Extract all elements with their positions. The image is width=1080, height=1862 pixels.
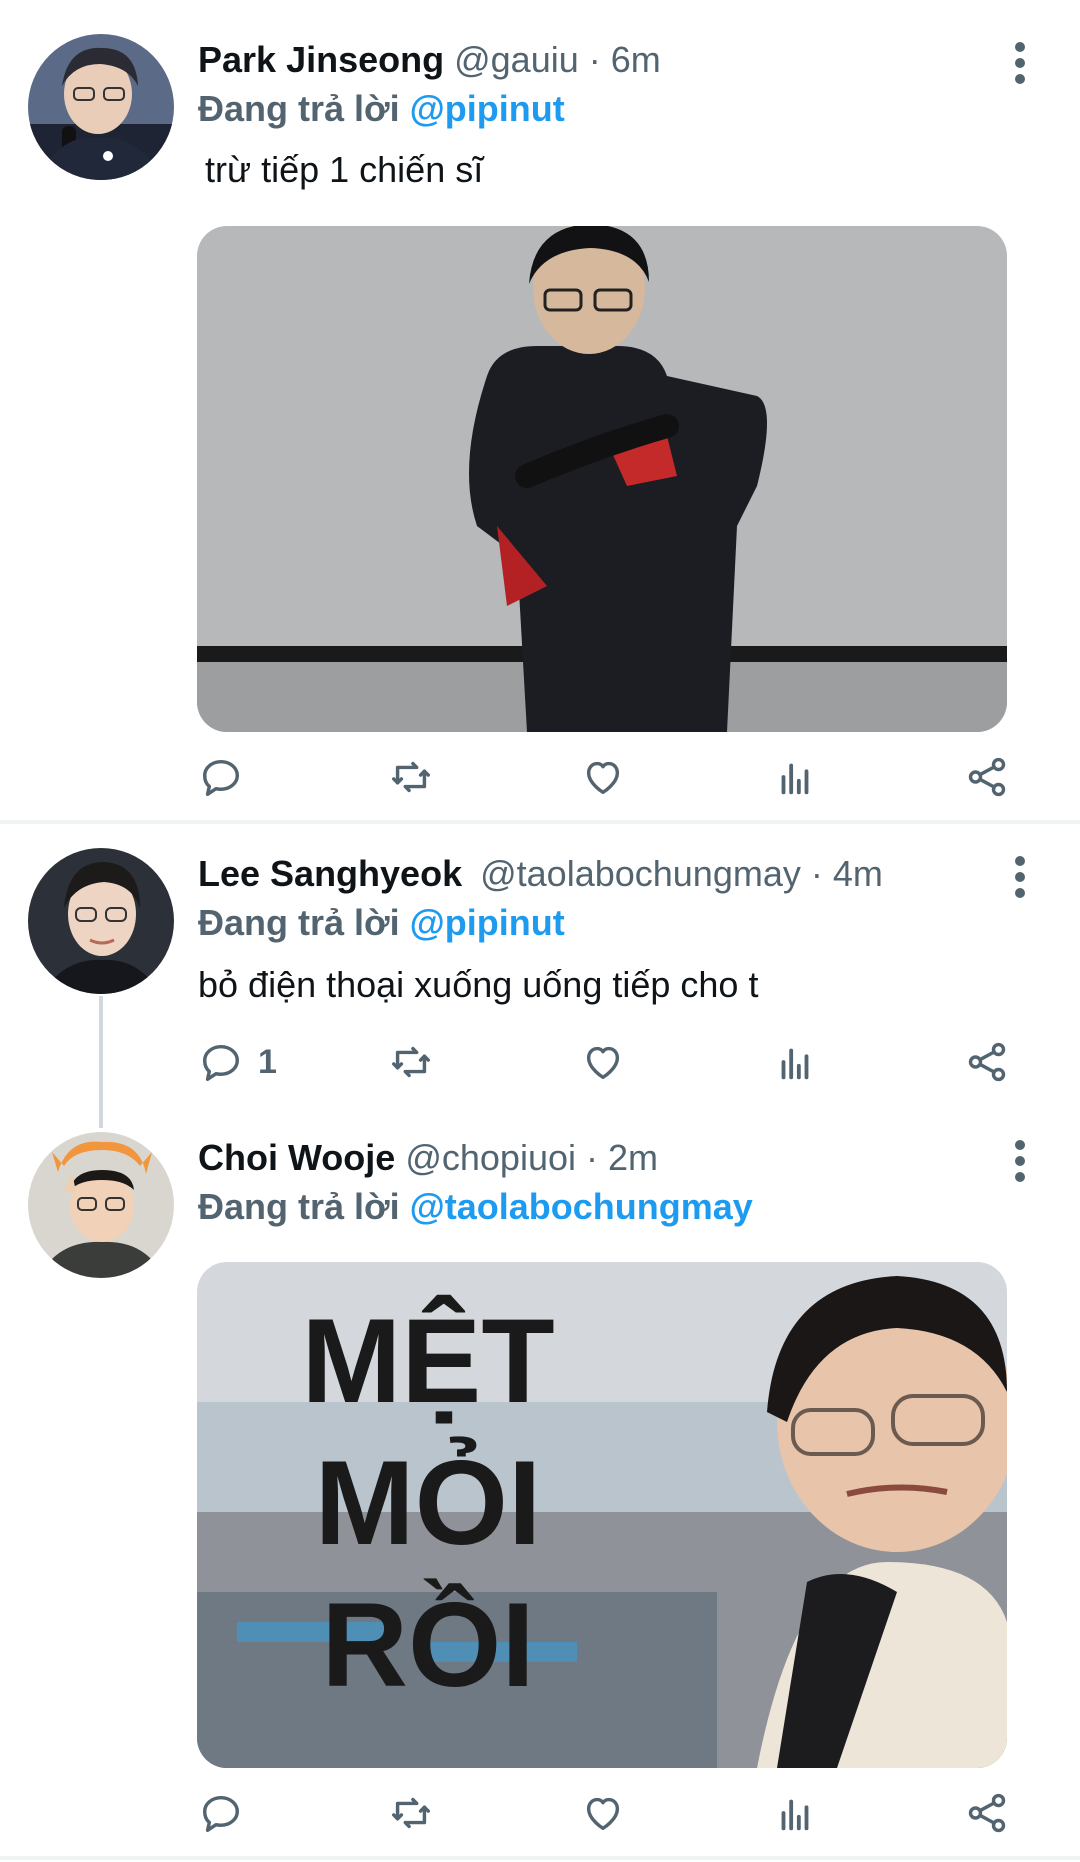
tweet-divider: [0, 1856, 1080, 1860]
retweet-button[interactable]: [388, 1032, 434, 1092]
share-icon: [968, 1793, 1006, 1833]
retweet-icon: [392, 761, 430, 793]
avatar[interactable]: [28, 848, 174, 994]
retweet-icon: [392, 1797, 430, 1829]
author-line: Choi Wooje @chopiuoi · 2m: [198, 1136, 658, 1180]
replying-to: Đang trả lời @taolabochungmay: [198, 1185, 753, 1229]
timestamp[interactable]: · 6m: [589, 39, 661, 80]
share-button[interactable]: [964, 1032, 1010, 1092]
author-name[interactable]: Park Jinseong: [198, 39, 444, 80]
views-button[interactable]: [772, 1783, 818, 1843]
author-line: Lee Sanghyeok @taolabochungmay · 4m: [198, 852, 883, 896]
replying-to-mention[interactable]: @taolabochungmay: [410, 1186, 753, 1227]
author-handle[interactable]: @gauiu: [454, 39, 579, 80]
tweet-actions: 1: [198, 1032, 1018, 1092]
tweet-text: trừ tiếp 1 chiến sĩ: [205, 149, 484, 190]
analytics-icon: [781, 1799, 809, 1831]
more-vertical-icon[interactable]: [1006, 1138, 1034, 1184]
reply-icon: [202, 759, 240, 796]
retweet-icon: [392, 1046, 430, 1078]
meme-caption-line: MỆT: [301, 1294, 555, 1428]
replying-to-mention[interactable]: @pipinut: [410, 88, 565, 129]
meme-caption: MỆT MỎI RỒI: [293, 1290, 563, 1716]
more-vertical-icon[interactable]: [1006, 854, 1034, 900]
reply-icon: [202, 1044, 240, 1081]
heart-icon: [586, 1046, 620, 1080]
meme-caption-line: MỎI: [314, 1436, 542, 1570]
views-button[interactable]: [772, 747, 818, 807]
author-name[interactable]: Lee Sanghyeok: [198, 853, 462, 894]
like-button[interactable]: [580, 747, 626, 807]
reply-button[interactable]: [198, 747, 258, 807]
retweet-button[interactable]: [388, 1783, 434, 1843]
analytics-icon: [781, 1048, 809, 1080]
meme-caption-line: RỒI: [321, 1578, 535, 1712]
tweet-actions: [198, 1783, 1018, 1843]
author-line: Park Jinseong @gauiu · 6m: [198, 38, 661, 82]
share-icon: [968, 1042, 1006, 1082]
heart-icon: [586, 1797, 620, 1831]
tweet-actions: [198, 747, 1018, 807]
avatar[interactable]: [28, 34, 174, 180]
author-name[interactable]: Choi Wooje: [198, 1137, 395, 1178]
analytics-icon: [781, 763, 809, 795]
reply-button[interactable]: 1: [198, 1032, 277, 1092]
reply-icon: [202, 1795, 240, 1832]
tweet-text: bỏ điện thoại xuống uống tiếp cho t: [198, 964, 759, 1005]
avatar[interactable]: [28, 1132, 174, 1278]
tweet-photo[interactable]: [197, 226, 1007, 732]
replying-to-label: Đang trả lời: [198, 1186, 400, 1227]
timestamp[interactable]: · 2m: [586, 1137, 658, 1178]
thread-line: [99, 996, 103, 1128]
like-button[interactable]: [580, 1032, 626, 1092]
retweet-button[interactable]: [388, 747, 434, 807]
timestamp[interactable]: · 4m: [811, 853, 883, 894]
replying-to-label: Đang trả lời: [198, 902, 400, 943]
heart-icon: [586, 761, 620, 795]
replying-to: Đang trả lời @pipinut: [198, 87, 565, 131]
share-button[interactable]: [964, 1783, 1010, 1843]
views-button[interactable]: [772, 1032, 818, 1092]
share-button[interactable]: [964, 747, 1010, 807]
author-handle[interactable]: @chopiuoi: [405, 1137, 576, 1178]
like-button[interactable]: [580, 1783, 626, 1843]
tweet-meme-image[interactable]: MỆT MỎI RỒI: [197, 1262, 1007, 1768]
share-icon: [968, 757, 1006, 797]
more-vertical-icon[interactable]: [1006, 40, 1034, 86]
reply-count: 1: [258, 1042, 277, 1081]
replying-to-label: Đang trả lời: [198, 88, 400, 129]
replying-to-mention[interactable]: @pipinut: [410, 902, 565, 943]
reply-button[interactable]: [198, 1783, 258, 1843]
author-handle[interactable]: @taolabochungmay: [480, 853, 801, 894]
tweet-divider: [0, 820, 1080, 824]
replying-to: Đang trả lời @pipinut: [198, 901, 565, 945]
